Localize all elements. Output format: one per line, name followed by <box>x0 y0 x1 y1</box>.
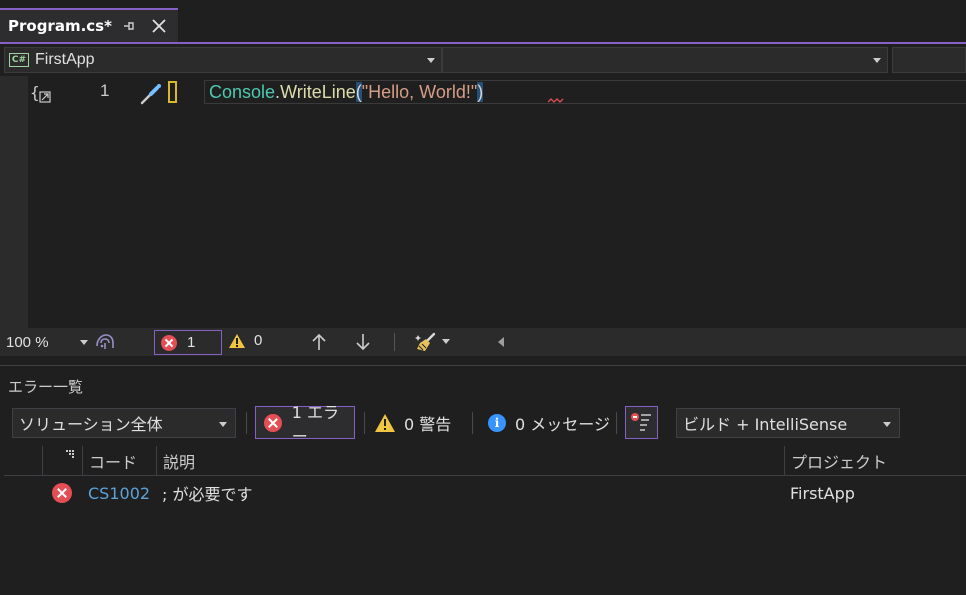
separator <box>394 333 395 351</box>
change-tracking-marker <box>168 81 177 103</box>
chevron-down-icon <box>427 58 435 63</box>
warnings-filter-toggle[interactable]: 0 警告 <box>374 408 451 438</box>
warnings-label: 0 警告 <box>404 415 452 434</box>
tab-title: Program.cs* <box>8 17 112 35</box>
type-dropdown[interactable] <box>442 47 888 73</box>
close-icon[interactable] <box>150 17 168 35</box>
code-cell[interactable]: CS1002 <box>88 478 150 508</box>
navigation-bar: C# FirstApp <box>0 44 966 76</box>
scope-value: ソリューション全体 <box>19 415 163 434</box>
arrow-up-icon[interactable] <box>310 332 328 352</box>
code-cleanup-broom-icon[interactable] <box>414 331 438 353</box>
column-header-code[interactable]: コード <box>82 446 156 476</box>
chevron-down-icon <box>80 340 88 345</box>
scope-dropdown[interactable]: ソリューション全体 <box>12 408 236 438</box>
document-tab-strip: Program.cs* <box>0 0 966 44</box>
code-editor[interactable]: { 1 Console.WriteLine("Hello, World!") <box>0 76 966 328</box>
error-count-indicator[interactable]: 1 <box>154 330 222 355</box>
description-cell: ; が必要です <box>162 478 252 508</box>
zoom-dropdown[interactable]: 100 % <box>2 330 90 354</box>
build-source-value: ビルド + IntelliSense <box>683 415 848 434</box>
top-level-statements-icon[interactable]: { <box>30 82 56 106</box>
indicator-margin[interactable] <box>0 76 28 328</box>
line-number: 1 <box>100 81 110 100</box>
tab-program-cs[interactable]: Program.cs* <box>0 8 178 42</box>
warning-icon <box>229 333 245 348</box>
project-cell: FirstApp <box>790 478 855 508</box>
messages-label: 0 メッセージ <box>515 415 610 434</box>
arrow-down-icon[interactable] <box>354 332 372 352</box>
filter-icon <box>631 413 651 431</box>
token-close-paren: ) <box>477 82 484 102</box>
table-row[interactable]: CS1002 ; が必要です FirstApp <box>4 478 966 508</box>
token-string: "Hello, World!" <box>361 82 478 102</box>
separator <box>246 412 247 434</box>
severity-cell <box>52 478 72 508</box>
panel-splitter[interactable] <box>0 356 966 366</box>
separator <box>364 412 365 434</box>
panel-title: エラー一覧 <box>8 378 84 396</box>
pin-icon[interactable] <box>122 19 136 33</box>
errors-label: 1 エラー <box>291 402 339 446</box>
error-icon <box>161 334 177 351</box>
screwdriver-quick-actions-icon[interactable] <box>138 82 164 106</box>
member-dropdown[interactable] <box>892 47 966 73</box>
horizontal-scrollbar[interactable] <box>488 330 966 354</box>
editor-status-bar: 100 % 1 0 <box>0 328 966 356</box>
column-header-project-label: プロジェクト <box>791 453 888 472</box>
column-header-code-label: コード <box>89 453 138 472</box>
error-project: FirstApp <box>790 483 855 503</box>
error-grid-header: コード 説明 プロジェクト <box>4 446 966 476</box>
error-squiggle <box>548 98 564 103</box>
column-header-severity[interactable] <box>42 446 82 476</box>
project-dropdown[interactable]: C# FirstApp <box>4 47 442 73</box>
error-list-panel: エラー一覧 ソリューション全体 1 エラー 0 警告 i 0 メッセージ ビルド… <box>0 366 966 595</box>
chevron-down-icon[interactable] <box>442 339 450 344</box>
warning-count: 0 <box>254 332 263 349</box>
error-count: 1 <box>187 334 196 351</box>
column-header-project[interactable]: プロジェクト <box>784 446 966 476</box>
token-method: WriteLine <box>280 82 356 102</box>
filter-current-document-button[interactable] <box>625 406 658 439</box>
chevron-down-icon <box>883 422 891 427</box>
copilot-icon[interactable] <box>94 332 116 352</box>
error-icon <box>52 483 72 503</box>
separator <box>616 412 617 434</box>
error-description: ; が必要です <box>162 485 253 504</box>
column-options-icon[interactable] <box>66 450 76 458</box>
chevron-down-icon <box>219 422 227 427</box>
zoom-level: 100 % <box>6 333 49 351</box>
column-header-description[interactable]: 説明 <box>156 446 784 476</box>
chevron-down-icon <box>873 58 881 63</box>
info-icon: i <box>488 414 506 432</box>
separator <box>472 412 473 434</box>
errors-filter-toggle[interactable]: 1 エラー <box>255 403 355 446</box>
csharp-project-icon: C# <box>9 53 29 67</box>
messages-filter-toggle[interactable]: i 0 メッセージ <box>488 408 610 438</box>
warning-icon <box>375 414 395 432</box>
build-source-dropdown[interactable]: ビルド + IntelliSense <box>676 408 900 438</box>
error-icon <box>264 413 282 432</box>
svg-text:{: { <box>30 83 40 102</box>
code-line-1[interactable]: Console.WriteLine("Hello, World!") <box>204 80 966 104</box>
token-class: Console <box>209 82 276 102</box>
column-header-description-label: 説明 <box>163 453 196 472</box>
project-name: FirstApp <box>35 51 95 68</box>
error-code-link[interactable]: CS1002 <box>88 484 150 503</box>
warning-count-indicator[interactable]: 0 <box>228 332 262 349</box>
